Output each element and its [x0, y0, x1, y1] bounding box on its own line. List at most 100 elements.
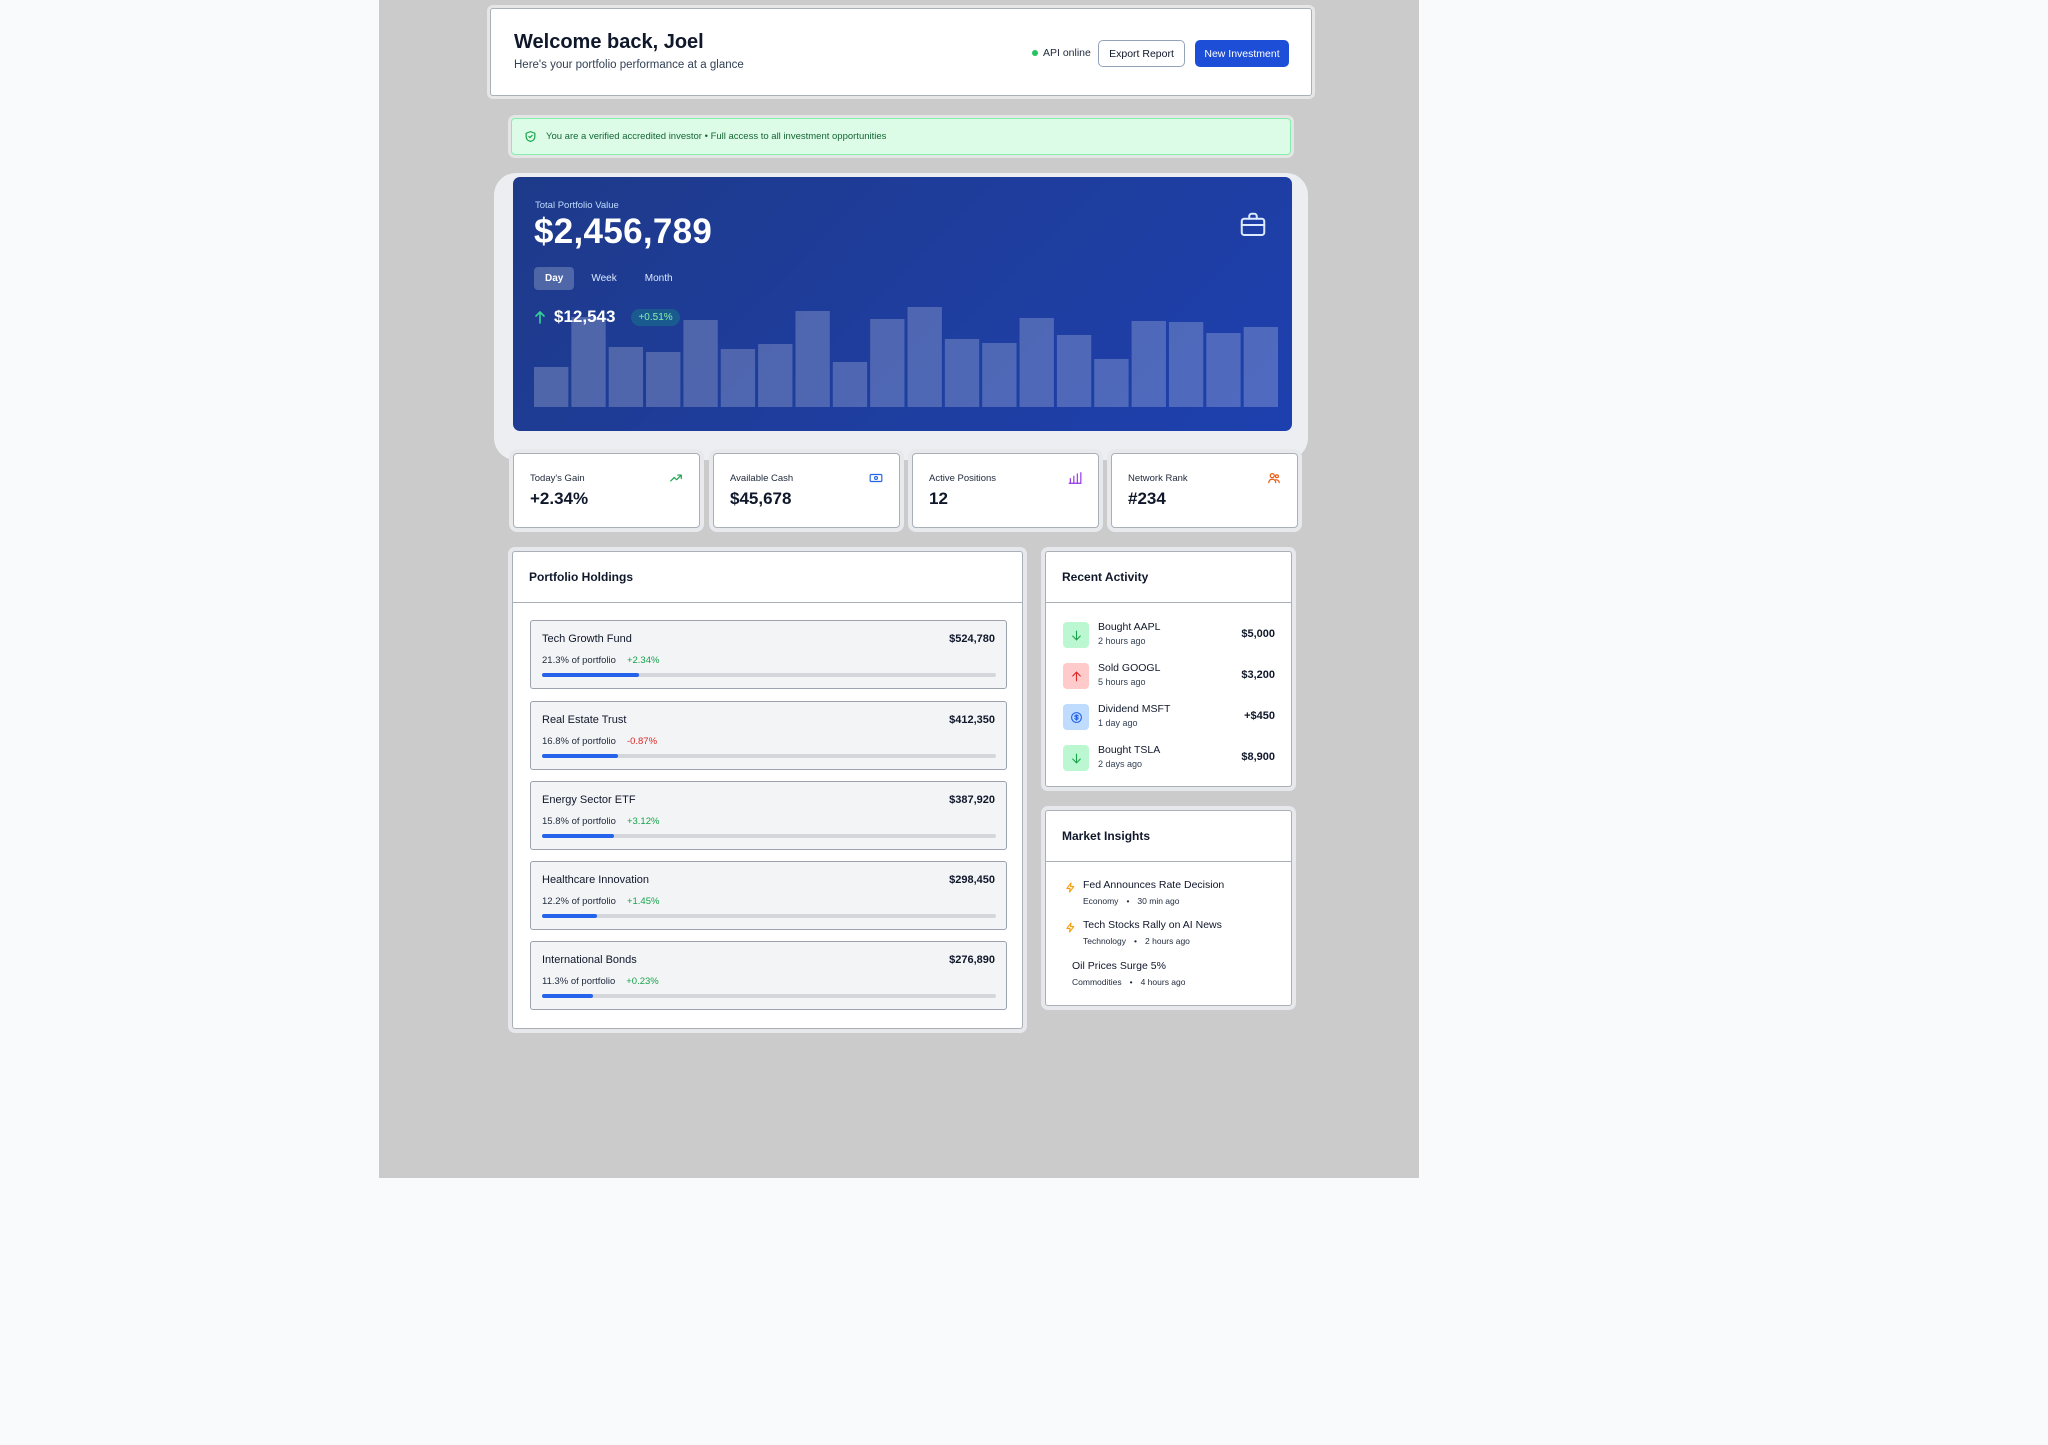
portfolio-bar — [1206, 333, 1241, 407]
export-report-button[interactable]: Export Report — [1098, 40, 1185, 67]
accredited-investor-banner: You are a verified accredited investor •… — [511, 118, 1291, 155]
activity-time: 2 days ago — [1098, 759, 1143, 769]
portfolio-bar — [1131, 321, 1166, 407]
insight-meta: Technology • 2 hours ago — [1083, 936, 1190, 946]
stat-label: Today's Gain — [530, 473, 585, 484]
new-investment-button[interactable]: New Investment — [1195, 40, 1289, 67]
shield-check-icon — [525, 131, 536, 142]
holding-value: $412,350 — [949, 714, 995, 726]
holding-change: +3.12% — [626, 816, 660, 827]
activity-item[interactable]: Bought AAPL 2 hours ago $5,000 — [1063, 619, 1275, 651]
holding-progress-track — [542, 834, 996, 838]
portfolio-bar — [534, 367, 569, 407]
portfolio-bar — [870, 319, 905, 407]
insight-item[interactable]: Fed Announces Rate Decision Economy • 30… — [1065, 879, 1285, 911]
holding-progress-track — [542, 754, 996, 758]
portfolio-bar — [683, 320, 718, 407]
status-dot-icon — [1032, 50, 1038, 56]
holding-progress-fill — [542, 834, 614, 838]
insight-title: Oil Prices Surge 5% — [1072, 960, 1166, 972]
activity-amount: +$450 — [1244, 710, 1275, 722]
insight-time: 4 hours ago — [1140, 977, 1186, 987]
activity-title: Recent Activity — [1062, 570, 1149, 584]
stat-value: +2.34% — [530, 489, 589, 508]
insight-item[interactable]: Oil Prices Surge 5% Commodities • 4 hour… — [1072, 960, 1292, 992]
portfolio-bar — [1019, 318, 1054, 407]
insight-title: Tech Stocks Rally on AI News — [1083, 919, 1222, 931]
page-title: Welcome back, Joel — [514, 31, 704, 53]
daily-change: $12,543 +0.51% — [534, 307, 680, 327]
portfolio-bar — [646, 352, 681, 407]
holding-row[interactable]: Tech Growth Fund $524,780 21.3% of portf… — [530, 620, 1007, 689]
stat-label: Available Cash — [730, 473, 794, 484]
stat-card-network-rank: Network Rank #234 — [1111, 453, 1298, 528]
stat-value: $45,678 — [730, 489, 792, 508]
trending-up-icon — [670, 474, 682, 482]
arrow-up-icon — [535, 311, 545, 324]
portfolio-value-label: Total Portfolio Value — [535, 200, 619, 211]
portfolio-bar — [571, 317, 606, 407]
holding-value: $276,890 — [949, 954, 995, 966]
holding-meta: 16.8% of portfolio -0.87% — [542, 736, 657, 747]
activity-item[interactable]: Dividend MSFT 1 day ago +$450 — [1063, 701, 1275, 733]
holding-progress-track — [542, 994, 996, 998]
portfolio-bar — [1243, 327, 1278, 407]
holding-value: $298,450 — [949, 874, 995, 886]
tab-month[interactable]: Month — [634, 267, 684, 290]
bar-chart-icon — [1068, 472, 1082, 484]
dollar-icon — [1063, 704, 1089, 730]
divider — [1046, 861, 1291, 862]
insight-meta: Economy • 30 min ago — [1083, 896, 1179, 906]
cash-icon — [869, 473, 883, 483]
holding-progress-fill — [542, 754, 619, 758]
portfolio-value: $2,456,789 — [534, 212, 713, 251]
activity-item[interactable]: Bought TSLA 2 days ago $8,900 — [1063, 742, 1275, 774]
header-card: Welcome back, Joel Here's your portfolio… — [490, 8, 1312, 96]
dot-separator: • — [1129, 977, 1133, 987]
stat-label: Network Rank — [1128, 473, 1188, 484]
activity-item[interactable]: Sold GOOGL 5 hours ago $3,200 — [1063, 660, 1275, 692]
holding-name: International Bonds — [542, 954, 637, 966]
insight-category: Technology — [1083, 936, 1127, 946]
dot-separator: • — [1126, 896, 1130, 906]
insights-title: Market Insights — [1062, 829, 1151, 843]
holdings-title: Portfolio Holdings — [529, 570, 633, 584]
holding-progress-fill — [542, 673, 639, 677]
holding-row[interactable]: Real Estate Trust $412,350 16.8% of port… — [530, 701, 1007, 770]
tab-week[interactable]: Week — [580, 267, 627, 290]
activity-time: 5 hours ago — [1098, 677, 1146, 687]
insight-item[interactable]: Tech Stocks Rally on AI News Technology … — [1065, 919, 1285, 951]
activity-title: Bought AAPL — [1098, 621, 1161, 633]
holding-meta: 15.8% of portfolio +3.12% — [542, 816, 659, 827]
activity-title: Dividend MSFT — [1098, 703, 1171, 715]
change-amount: $12,543 — [554, 307, 616, 326]
tab-day[interactable]: Day — [534, 267, 575, 290]
activity-time: 2 hours ago — [1098, 636, 1146, 646]
api-status-label: API online — [1043, 47, 1091, 59]
holding-share: 12.2% of portfolio — [542, 896, 616, 907]
holding-value: $524,780 — [949, 633, 995, 645]
holding-share: 11.3% of portfolio — [542, 976, 616, 987]
holding-row[interactable]: Healthcare Innovation $298,450 12.2% of … — [530, 861, 1007, 930]
period-tabs: Day Week Month — [534, 267, 684, 290]
stat-value: #234 — [1128, 489, 1166, 508]
holding-change: +1.45% — [626, 896, 660, 907]
briefcase-icon — [1240, 212, 1266, 236]
holding-progress-fill — [542, 914, 598, 918]
portfolio-bar — [795, 311, 830, 407]
activity-time: 1 day ago — [1098, 718, 1138, 728]
insight-category: Economy — [1083, 896, 1119, 906]
users-icon — [1268, 473, 1280, 484]
holding-meta: 12.2% of portfolio +1.45% — [542, 896, 659, 907]
stat-value: 12 — [929, 489, 948, 508]
arrow-up-icon — [1063, 663, 1089, 689]
holding-share: 21.3% of portfolio — [542, 655, 616, 666]
holding-row[interactable]: International Bonds $276,890 11.3% of po… — [530, 941, 1007, 1010]
insight-meta: Commodities • 4 hours ago — [1072, 977, 1186, 987]
stat-label: Active Positions — [929, 473, 997, 484]
api-status: API online — [1032, 47, 1091, 59]
holding-progress-fill — [542, 994, 594, 998]
recent-activity-card: Recent Activity Bought AAPL 2 hours ago … — [1045, 551, 1292, 787]
portfolio-bar — [832, 362, 868, 407]
holding-row[interactable]: Energy Sector ETF $387,920 15.8% of port… — [530, 781, 1007, 850]
